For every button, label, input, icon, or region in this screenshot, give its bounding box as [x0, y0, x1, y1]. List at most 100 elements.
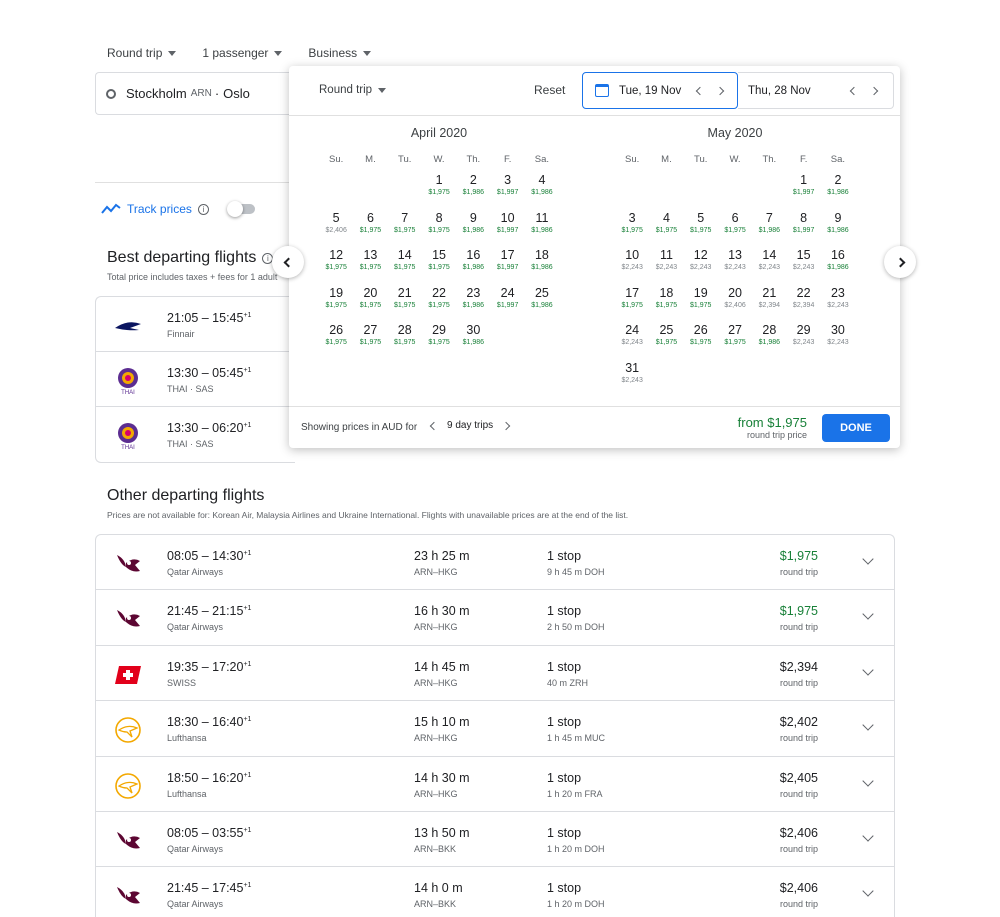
day-cell[interactable]: 8 $1,975	[422, 211, 456, 249]
day-cell[interactable]: 14 $2,243	[752, 248, 786, 286]
day-cell[interactable]: 10 $1,997	[490, 211, 524, 249]
day-cell[interactable]: 17 $1,975	[615, 286, 649, 324]
day-cell[interactable]: 5 $2,406	[319, 211, 353, 249]
flight-row[interactable]: THAI 13:30 – 05:45+1 THAI · SAS	[96, 352, 295, 407]
chevron-down-icon[interactable]	[862, 553, 874, 565]
flight-row[interactable]: 21:05 – 15:45+1 Finnair	[96, 297, 295, 352]
day-cell[interactable]: 22 $1,975	[422, 286, 456, 324]
chevron-right-icon[interactable]	[501, 421, 511, 430]
day-cell[interactable]: 26 $1,975	[319, 323, 353, 361]
day-cell[interactable]: 9 $1,986	[456, 211, 490, 249]
day-cell[interactable]: 28 $1,975	[388, 323, 422, 361]
day-cell[interactable]: 19 $1,975	[319, 286, 353, 324]
chevron-down-icon[interactable]	[862, 830, 874, 842]
chevron-right-icon[interactable]	[869, 86, 879, 95]
day-cell[interactable]: 20 $2,406	[718, 286, 752, 324]
day-cell[interactable]: 21 $1,975	[388, 286, 422, 324]
day-cell[interactable]: 18 $1,975	[649, 286, 683, 324]
day-cell[interactable]: 1 $1,997	[786, 173, 820, 211]
day-cell[interactable]: 8 $1,997	[786, 211, 820, 249]
day-cell[interactable]: 6 $1,975	[353, 211, 387, 249]
day-cell[interactable]: 10 $2,243	[615, 248, 649, 286]
day-number: 7	[765, 210, 773, 225]
day-cell[interactable]: 13 $2,243	[718, 248, 752, 286]
day-cell[interactable]: 16 $1,986	[821, 248, 855, 286]
day-cell[interactable]: 4 $1,975	[649, 211, 683, 249]
day-cell[interactable]: 19 $1,975	[684, 286, 718, 324]
done-button[interactable]: DONE	[822, 414, 890, 442]
chevron-down-icon[interactable]	[862, 664, 874, 676]
chevron-left-icon[interactable]	[695, 86, 705, 95]
day-cell[interactable]: 12 $2,243	[684, 248, 718, 286]
day-cell[interactable]: 11 $2,243	[649, 248, 683, 286]
return-date-field[interactable]: Thu, 28 Nov	[738, 72, 894, 109]
day-cell[interactable]: 23 $2,243	[821, 286, 855, 324]
chevron-left-icon[interactable]	[849, 86, 859, 95]
chevron-left-icon[interactable]	[429, 421, 439, 430]
day-cell[interactable]: 15 $1,975	[422, 248, 456, 286]
day-cell[interactable]: 25 $1,975	[649, 323, 683, 361]
info-icon[interactable]: i	[197, 203, 209, 215]
chevron-right-icon[interactable]	[715, 86, 725, 95]
day-cell[interactable]: 3 $1,975	[615, 211, 649, 249]
chevron-down-icon[interactable]	[862, 885, 874, 898]
day-cell[interactable]: 1 $1,975	[422, 173, 456, 211]
departure-date-field[interactable]: Tue, 19 Nov	[582, 72, 738, 109]
chevron-down-icon[interactable]	[862, 608, 874, 621]
flight-row[interactable]: 19:35 – 17:20+1 SWISS 14 h 45 m ARN–HKG 1 st…	[96, 646, 894, 702]
day-cell[interactable]: 15 $2,243	[786, 248, 820, 286]
day-cell[interactable]: 24 $2,243	[615, 323, 649, 361]
day-cell[interactable]: 20 $1,975	[353, 286, 387, 324]
trip-type-select[interactable]: Round trip	[107, 46, 177, 60]
flight-row[interactable]: 18:50 – 16:20+1 Lufthansa 14 h 30 m ARN–HKG…	[96, 757, 894, 812]
flight-row[interactable]: 21:45 – 21:15+1 Qatar Airways 16 h 30 m ARN…	[96, 590, 894, 646]
day-cell[interactable]: 30 $2,243	[821, 323, 855, 361]
track-prices[interactable]: Track prices i	[101, 201, 255, 217]
day-cell[interactable]: 2 $1,986	[821, 173, 855, 211]
day-cell[interactable]: 13 $1,975	[353, 248, 387, 286]
chevron-down-icon[interactable]	[862, 774, 874, 787]
calendar-trip-type-select[interactable]: Round trip	[319, 84, 387, 96]
day-cell[interactable]: 18 $1,986	[525, 248, 559, 286]
day-cell[interactable]: 24 $1,997	[490, 286, 524, 324]
day-cell[interactable]: 11 $1,986	[525, 211, 559, 249]
day-cell[interactable]: 21 $2,394	[752, 286, 786, 324]
passenger-select[interactable]: 1 passenger	[202, 46, 283, 60]
day-cell[interactable]: 7 $1,975	[388, 211, 422, 249]
day-cell[interactable]: 2 $1,986	[456, 173, 490, 211]
day-cell[interactable]: 3 $1,997	[490, 173, 524, 211]
day-cell[interactable]: 4 $1,986	[525, 173, 559, 211]
previous-month-button[interactable]	[272, 246, 304, 278]
day-cell[interactable]: 14 $1,975	[388, 248, 422, 286]
next-month-button[interactable]	[884, 246, 916, 278]
day-cell[interactable]: 30 $1,986	[456, 323, 490, 361]
day-cell[interactable]: 28 $1,986	[752, 323, 786, 361]
day-cell[interactable]: 27 $1,975	[353, 323, 387, 361]
chevron-down-icon[interactable]	[862, 719, 874, 731]
reset-button[interactable]: Reset	[534, 83, 565, 97]
day-cell[interactable]: 6 $1,975	[718, 211, 752, 249]
day-cell[interactable]: 22 $2,394	[786, 286, 820, 324]
day-cell[interactable]: 5 $1,975	[684, 211, 718, 249]
day-cell[interactable]: 16 $1,986	[456, 248, 490, 286]
flight-row[interactable]: 18:30 – 16:40+1 Lufthansa 15 h 10 m ARN–HKG…	[96, 701, 894, 757]
day-cell[interactable]: 17 $1,997	[490, 248, 524, 286]
day-cell[interactable]: 29 $1,975	[422, 323, 456, 361]
day-cell[interactable]: 31 $2,243	[615, 361, 649, 399]
day-cell[interactable]: 12 $1,975	[319, 248, 353, 286]
flight-row[interactable]: 08:05 – 03:55+1 Qatar Airways 13 h 50 m ARN…	[96, 812, 894, 868]
track-prices-toggle[interactable]	[226, 201, 255, 217]
day-cell[interactable]: 27 $1,975	[718, 323, 752, 361]
day-cell[interactable]: 9 $1,986	[821, 211, 855, 249]
day-cell[interactable]: 7 $1,986	[752, 211, 786, 249]
day-cell[interactable]: 26 $1,975	[684, 323, 718, 361]
day-cell[interactable]: 25 $1,986	[525, 286, 559, 324]
flight-row[interactable]: 21:45 – 17:45+1 Qatar Airways 14 h 0 m ARN–…	[96, 867, 894, 917]
cabin-class-select[interactable]: Business	[308, 46, 372, 60]
flight-row[interactable]: 08:05 – 14:30+1 Qatar Airways 23 h 25 m ARN…	[96, 535, 894, 591]
day-grid: 1 $1,975 2 $1,986 3 $1,997 4 $1,986 5 $2,406 6 $1,9…	[319, 173, 559, 361]
flight-row[interactable]: THAI 13:30 – 06:20+1 THAI · SAS	[96, 407, 295, 462]
route-field[interactable]: Stockholm ARN · Oslo	[95, 72, 305, 115]
day-cell[interactable]: 23 $1,986	[456, 286, 490, 324]
day-cell[interactable]: 29 $2,243	[786, 323, 820, 361]
